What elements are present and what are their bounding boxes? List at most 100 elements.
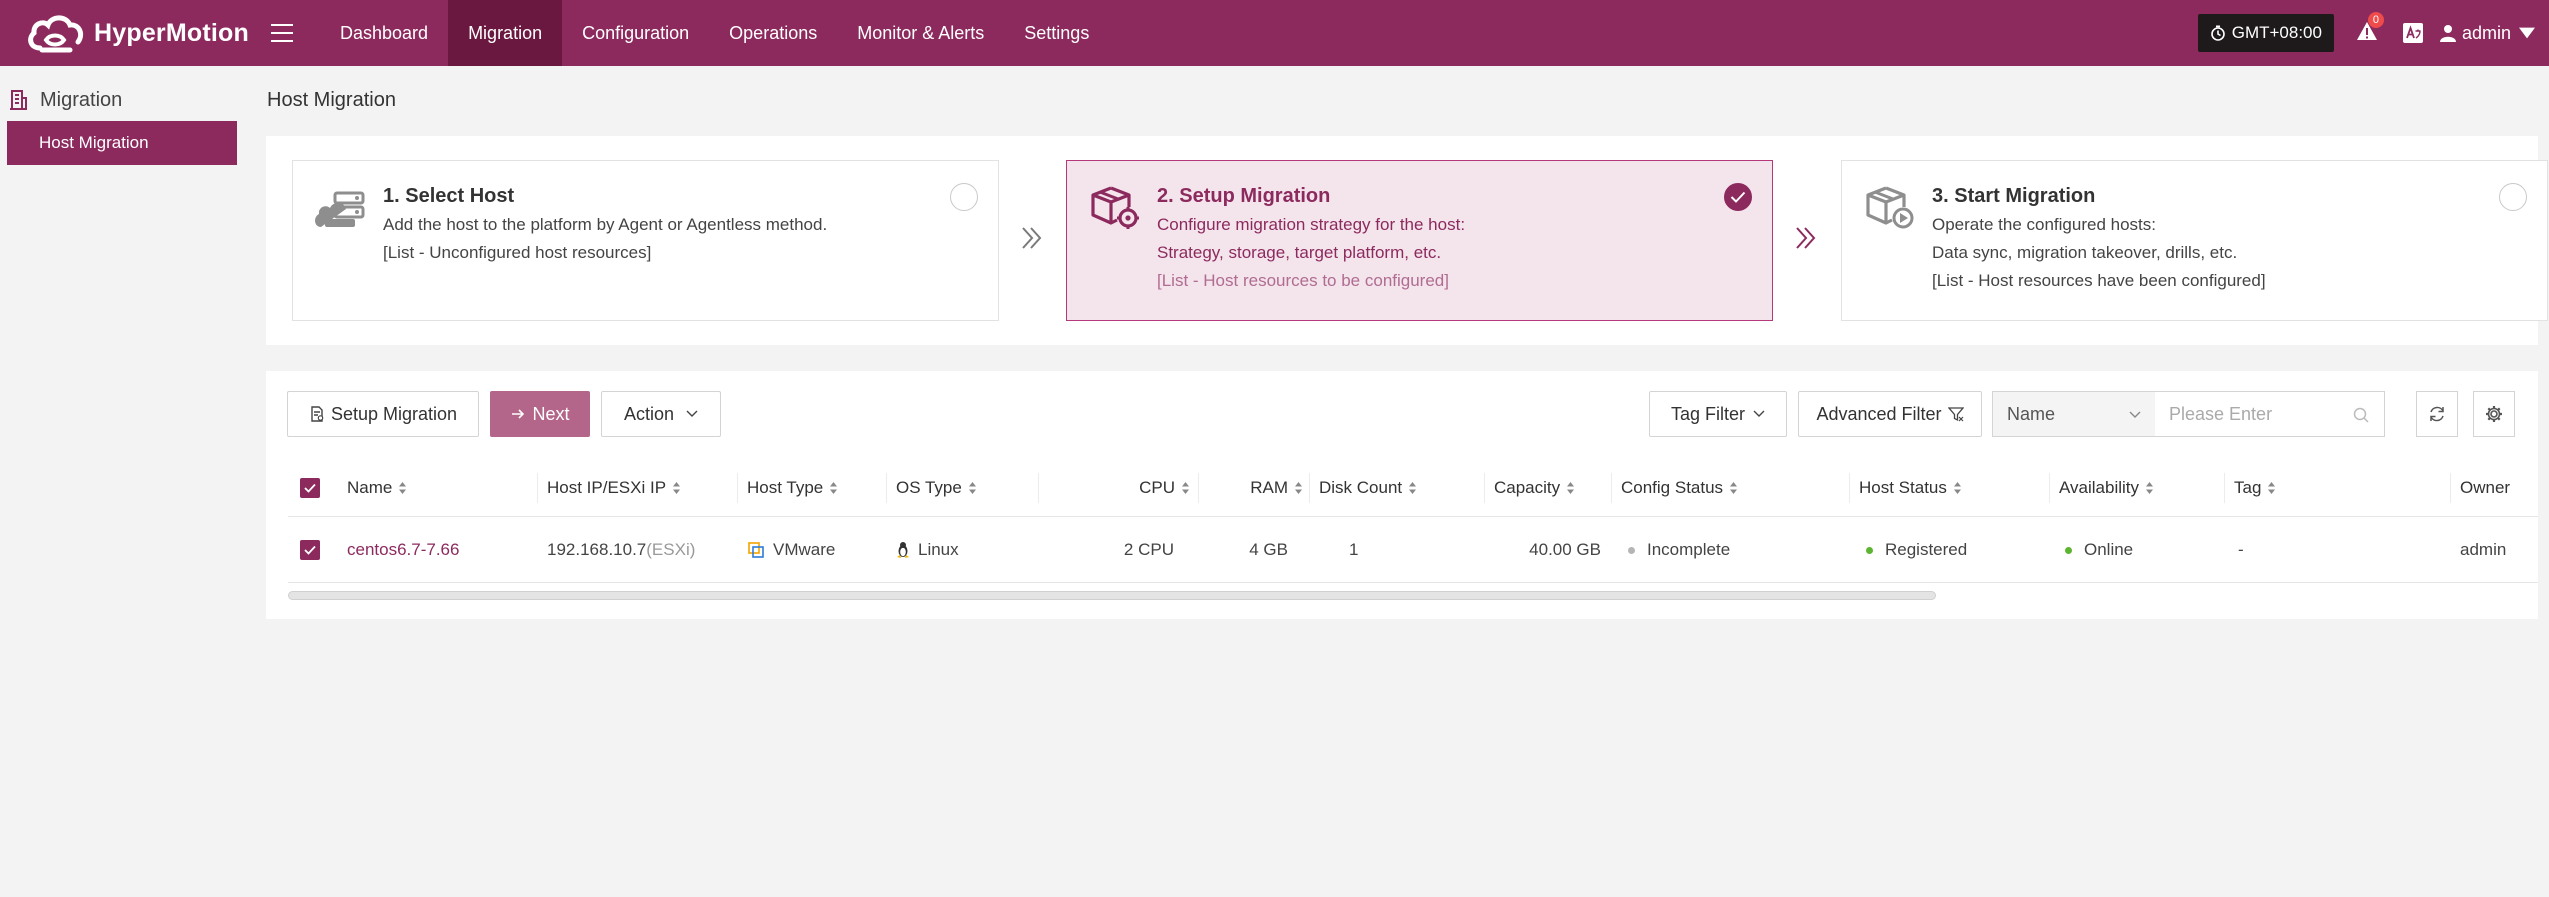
host-ip-suffix: (ESXi) bbox=[646, 540, 696, 559]
column-header-availability[interactable]: Availability bbox=[2048, 459, 2154, 517]
host-name-link[interactable]: centos6.7-7.66 bbox=[347, 517, 459, 583]
arrow-right-icon bbox=[512, 409, 525, 419]
action-dropdown[interactable]: Action bbox=[601, 391, 721, 437]
next-button[interactable]: Next bbox=[490, 391, 590, 437]
caret-down-icon bbox=[2519, 27, 2535, 39]
column-header-config-status[interactable]: Config Status bbox=[1610, 459, 1738, 517]
availability-cell: Online bbox=[2065, 517, 2133, 583]
setup-migration-label: Setup Migration bbox=[330, 403, 458, 424]
sort-icon bbox=[2146, 482, 2154, 494]
nav-monitor-alerts[interactable]: Monitor & Alerts bbox=[837, 0, 1004, 66]
column-header-host-type[interactable]: Host Type bbox=[736, 459, 838, 517]
column-header-host-ip[interactable]: Host IP/ESXi IP bbox=[536, 459, 681, 517]
cloud-logo-icon bbox=[28, 15, 84, 53]
package-play-icon bbox=[1866, 186, 1914, 229]
sort-icon bbox=[1730, 482, 1738, 494]
column-header-disk-count[interactable]: Disk Count bbox=[1308, 459, 1417, 517]
sidebar-section-label: Migration bbox=[40, 88, 123, 111]
owner-cell: admin bbox=[2460, 540, 2507, 559]
os-type-cell: Linux bbox=[896, 517, 959, 583]
nav-migration[interactable]: Migration bbox=[448, 0, 563, 66]
menu-toggle-button[interactable] bbox=[262, 0, 302, 66]
chevron-down-icon bbox=[1753, 410, 1765, 417]
setup-migration-button[interactable]: Setup Migration bbox=[287, 391, 479, 437]
step-setup-migration[interactable]: 2. Setup Migration Configure migration s… bbox=[1066, 160, 1773, 321]
step-description: Operate the configured hosts: bbox=[1932, 215, 2156, 234]
sort-icon bbox=[399, 482, 407, 494]
refresh-icon bbox=[2430, 406, 2444, 422]
action-label: Action bbox=[623, 403, 675, 424]
ram-cell: 4 GB bbox=[1249, 540, 1288, 559]
tag-cell: - bbox=[2238, 540, 2244, 559]
sort-icon bbox=[673, 482, 681, 494]
nav-configuration[interactable]: Configuration bbox=[562, 0, 709, 66]
package-settings-icon bbox=[1091, 186, 1139, 229]
alerts-button[interactable]: 0 bbox=[2356, 12, 2384, 46]
timezone-button[interactable]: GMT+08:00 bbox=[2197, 14, 2334, 52]
config-status-cell: Incomplete bbox=[1628, 517, 1730, 583]
page-title: Host Migration bbox=[267, 89, 396, 111]
search-placeholder: Please Enter bbox=[2169, 403, 2273, 424]
select-all-checkbox[interactable] bbox=[300, 459, 320, 517]
language-icon[interactable] bbox=[2402, 22, 2424, 44]
step-select-host[interactable]: 1. Select Host Add the host to the platf… bbox=[292, 160, 999, 321]
advanced-filter-label: Advanced Filter bbox=[1816, 403, 1942, 424]
check-icon bbox=[1730, 191, 1746, 203]
top-right-controls: GMT+08:00 0 admin bbox=[2197, 0, 2549, 66]
sort-icon bbox=[2268, 482, 2276, 494]
horizontal-scrollbar[interactable] bbox=[288, 591, 1936, 600]
column-header-capacity[interactable]: Capacity bbox=[1483, 459, 1575, 517]
table-settings-button[interactable] bbox=[2473, 391, 2515, 437]
column-header-host-status[interactable]: Host Status bbox=[1849, 459, 1962, 517]
column-header-name[interactable]: Name bbox=[347, 459, 407, 517]
row-checkbox[interactable] bbox=[300, 517, 320, 583]
step-title: 3. Start Migration bbox=[1932, 185, 2096, 207]
step-radio[interactable] bbox=[2499, 183, 2527, 211]
host-status: Registered bbox=[1885, 540, 1968, 559]
host-type: VMware bbox=[773, 540, 836, 559]
refresh-button[interactable] bbox=[2416, 391, 2458, 437]
step-title: 1. Select Host bbox=[383, 185, 515, 207]
host-type-cell: VMware bbox=[747, 517, 835, 583]
sidebar-item-host-migration[interactable]: Host Migration bbox=[7, 121, 237, 165]
column-header-os-type[interactable]: OS Type bbox=[886, 459, 977, 517]
table-header: Name Host IP/ESXi IP Host Type OS Type C… bbox=[288, 459, 2538, 517]
step-title: 2. Setup Migration bbox=[1157, 185, 1331, 207]
host-status-cell: Registered bbox=[1866, 517, 1967, 583]
sort-icon bbox=[1409, 482, 1417, 494]
double-chevron-right-icon bbox=[1796, 227, 1816, 249]
table-row[interactable]: centos6.7-7.66 192.168.10.7 (ESXi) VMware… bbox=[288, 517, 2538, 583]
alert-count-badge: 0 bbox=[2367, 12, 2384, 28]
user-menu[interactable]: admin bbox=[2439, 23, 2541, 44]
step-radio-checked[interactable] bbox=[1724, 183, 1752, 211]
sort-icon bbox=[1295, 482, 1302, 494]
step-start-migration[interactable]: 3. Start Migration Operate the configure… bbox=[1841, 160, 2548, 321]
disk-count-cell: 1 bbox=[1349, 540, 1359, 559]
sort-icon bbox=[1182, 482, 1189, 494]
app-logo[interactable]: HyperMotion bbox=[0, 0, 262, 66]
sort-icon bbox=[968, 482, 976, 494]
linux-icon bbox=[897, 542, 909, 558]
availability: Online bbox=[2084, 540, 2134, 559]
step-list-note: [List - Host resources have been configu… bbox=[1932, 271, 2266, 290]
search-field-select[interactable]: Name bbox=[1992, 391, 2156, 437]
step-radio[interactable] bbox=[950, 183, 978, 211]
nav-operations[interactable]: Operations bbox=[709, 0, 837, 66]
search-input[interactable]: Please Enter bbox=[2155, 391, 2385, 437]
advanced-filter-button[interactable]: Advanced Filter bbox=[1798, 391, 1982, 437]
tag-filter-label: Tag Filter bbox=[1670, 403, 1746, 424]
tag-filter-button[interactable]: Tag Filter bbox=[1649, 391, 1787, 437]
column-header-ram[interactable]: RAM bbox=[1198, 459, 1303, 517]
column-header-owner[interactable]: Owner bbox=[2449, 459, 2510, 517]
nav-dashboard[interactable]: Dashboard bbox=[320, 0, 448, 66]
column-header-cpu[interactable]: CPU bbox=[1038, 459, 1190, 517]
nav-settings[interactable]: Settings bbox=[1004, 0, 1109, 66]
column-header-tag[interactable]: Tag bbox=[2223, 459, 2276, 517]
host-ip-cell: 192.168.10.7 (ESXi) bbox=[547, 517, 695, 583]
gear-icon bbox=[2486, 406, 2502, 422]
host-ip: 192.168.10.7 bbox=[547, 540, 647, 559]
status-dot bbox=[1628, 546, 1635, 554]
check-icon bbox=[304, 545, 316, 555]
sort-icon bbox=[1567, 482, 1575, 494]
cloud-server-icon bbox=[315, 191, 365, 227]
